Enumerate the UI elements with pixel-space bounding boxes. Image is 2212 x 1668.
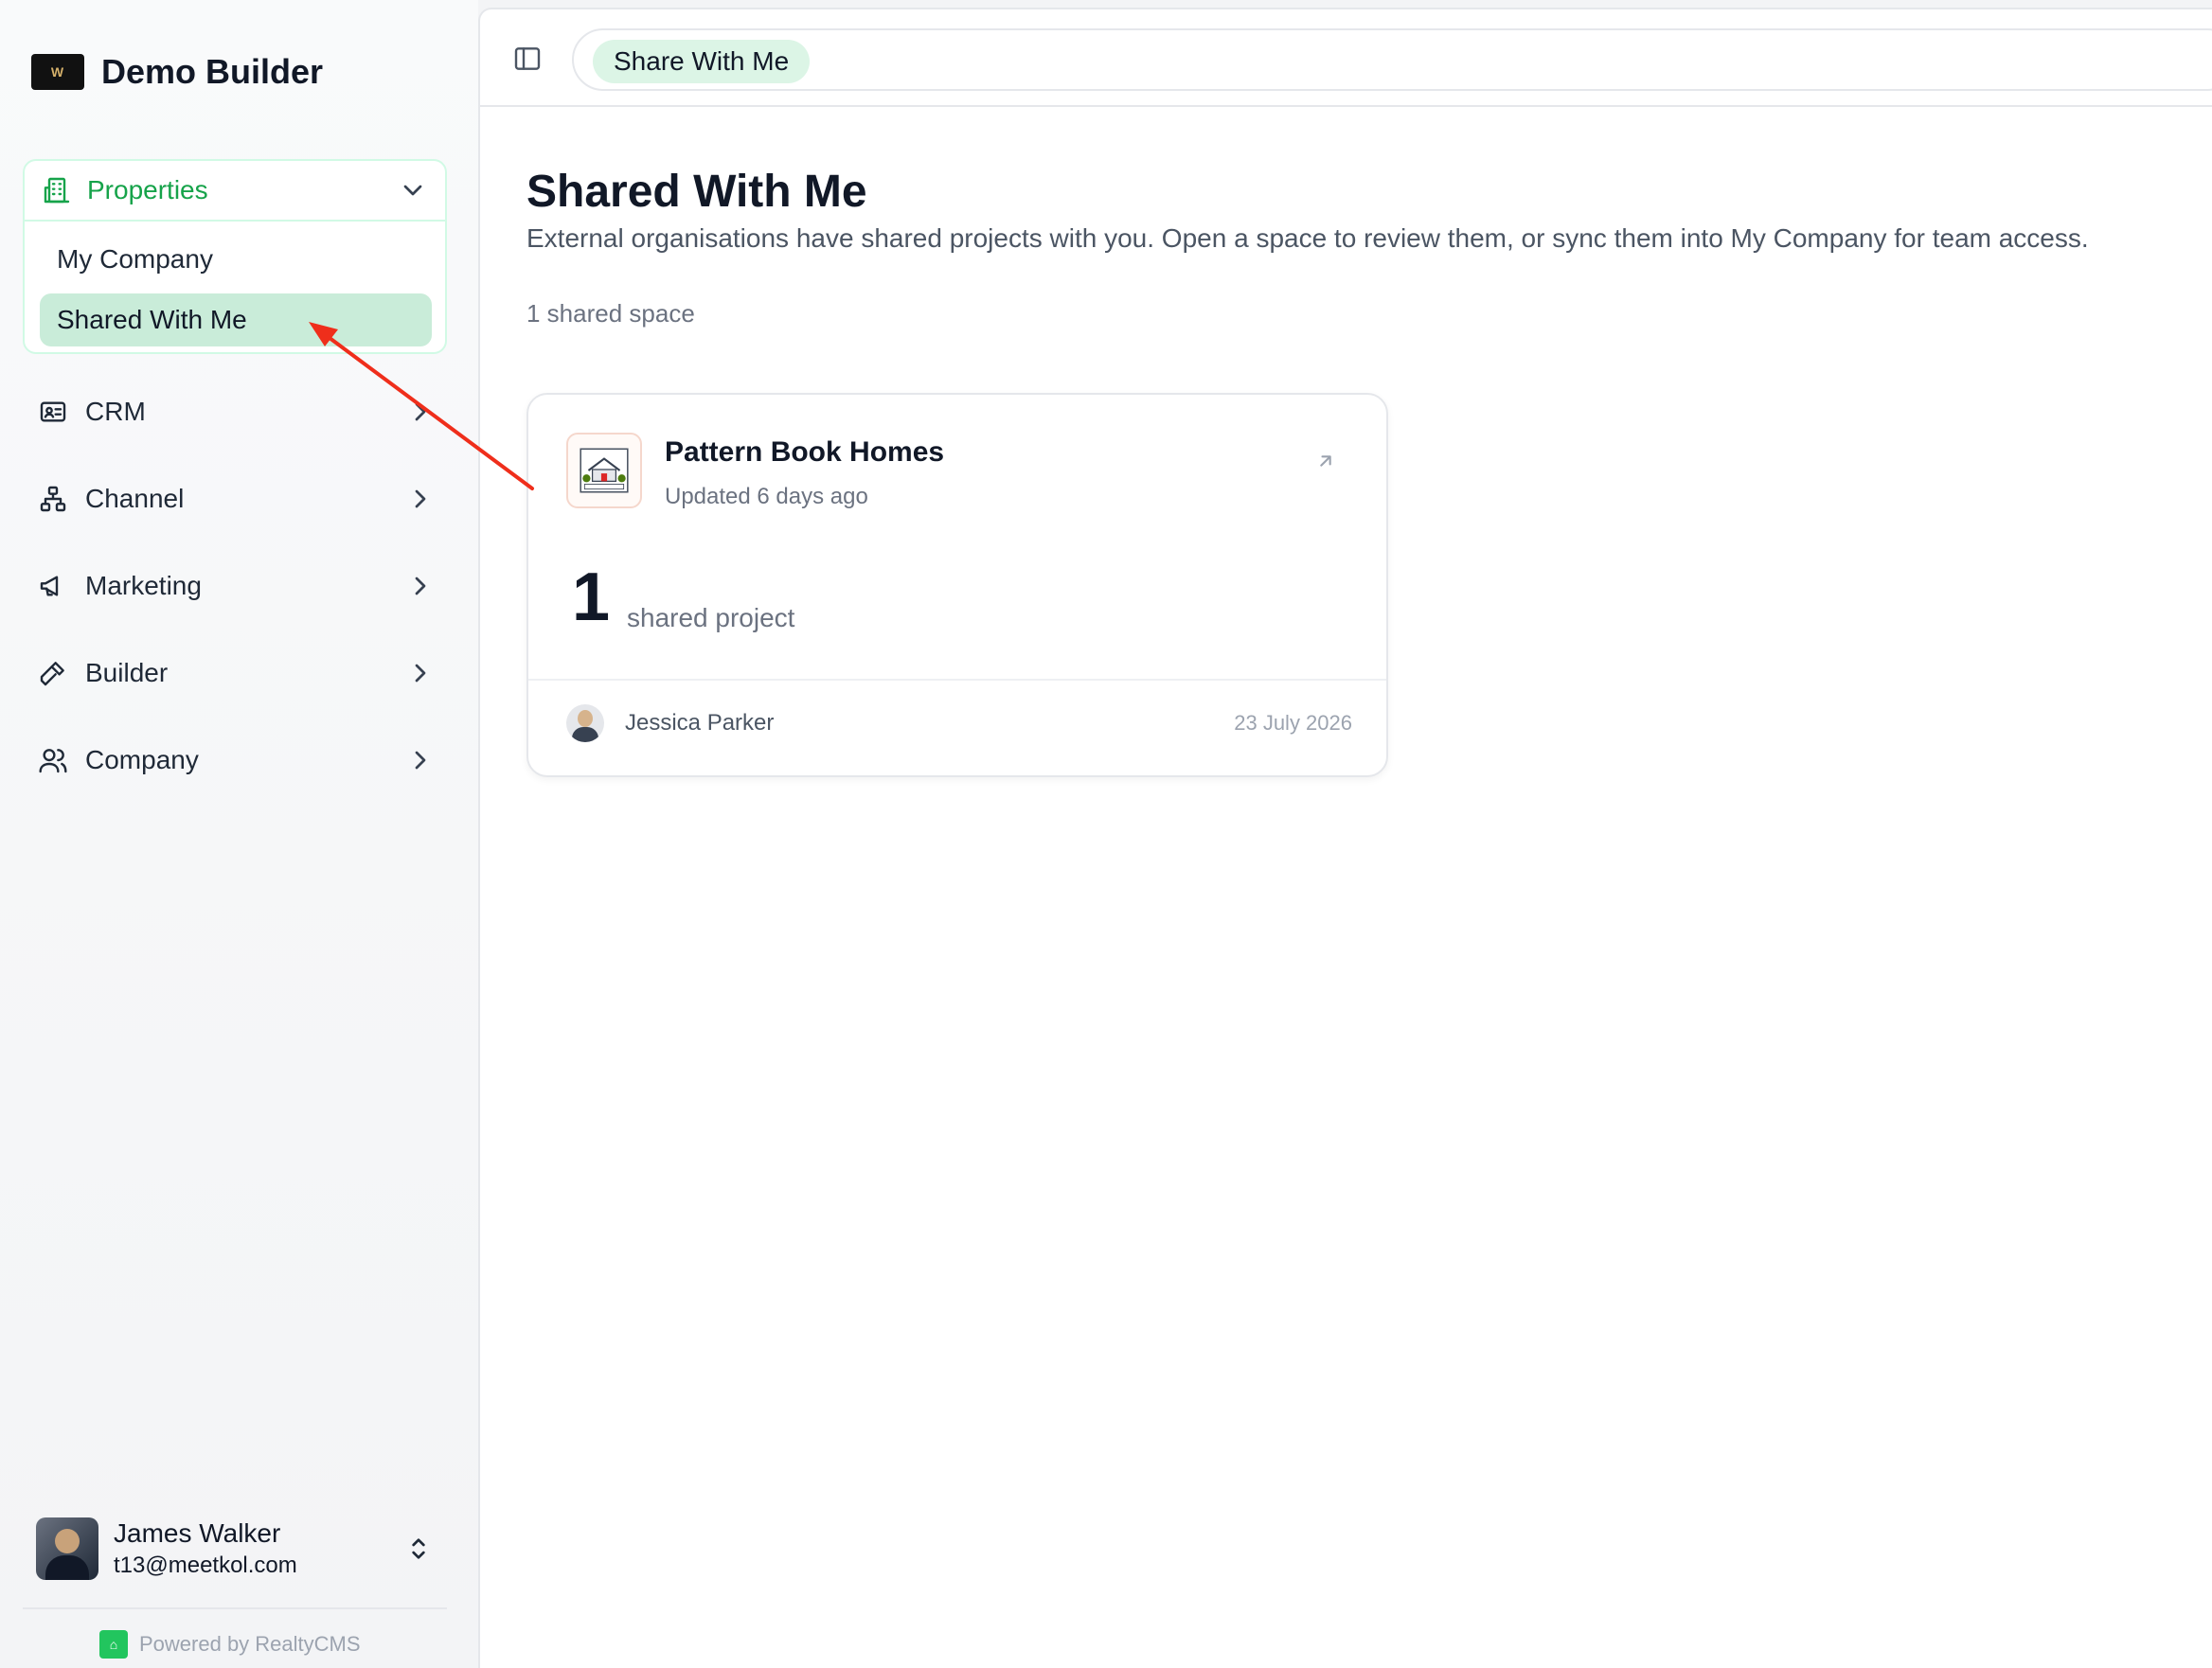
user-info: James Walker t13@meetkol.com	[114, 1518, 403, 1579]
chevron-right-icon	[405, 745, 436, 775]
users-icon	[38, 745, 68, 775]
shared-project-label: shared project	[627, 603, 795, 632]
nav-sub-shared-with-me[interactable]: Shared With Me	[40, 293, 432, 346]
chevron-right-icon	[405, 397, 436, 427]
properties-group-label: Properties	[87, 175, 208, 204]
sidebar-item-label: CRM	[85, 397, 146, 426]
sidebar-toggle-button[interactable]	[512, 44, 543, 74]
nav-sub-my-company[interactable]: My Company	[40, 233, 432, 286]
sidebar-item-company[interactable]: Company	[38, 734, 436, 787]
sidebar-item-builder[interactable]: Builder	[38, 647, 436, 700]
open-space-button[interactable]	[1312, 448, 1339, 474]
megaphone-icon	[38, 571, 68, 601]
shared-space-count: 1 shared space	[526, 299, 695, 328]
page-title: Shared With Me	[526, 167, 867, 217]
hammer-icon	[38, 658, 68, 688]
main-panel: Share With Me Shared With Me External or…	[478, 8, 2212, 1668]
powered-by-label: Powered by RealtyCMS	[139, 1632, 361, 1656]
properties-nav-group: Properties My Company Shared With Me	[23, 159, 447, 354]
chevron-right-icon	[405, 658, 436, 688]
realtycms-logo-icon: ⌂	[99, 1630, 128, 1659]
network-icon	[38, 484, 68, 514]
house-logo-icon	[580, 448, 629, 493]
space-title: Pattern Book Homes	[665, 436, 945, 468]
chevron-right-icon	[405, 484, 436, 514]
divider	[528, 679, 1386, 681]
user-email: t13@meetkol.com	[114, 1553, 297, 1578]
breadcrumb-item[interactable]: Share With Me	[593, 40, 811, 83]
shared-date: 23 July 2026	[1234, 711, 1352, 735]
brand-name: Demo Builder	[101, 52, 324, 91]
brand-logo: W	[31, 54, 84, 90]
powered-by[interactable]: ⌂ Powered by RealtyCMS	[99, 1628, 361, 1660]
sidebar-item-label: Channel	[85, 484, 185, 513]
id-card-icon	[38, 397, 68, 427]
space-updated: Updated 6 days ago	[665, 484, 868, 509]
chevron-down-icon	[398, 175, 428, 205]
brand[interactable]: W Demo Builder	[31, 52, 323, 92]
properties-group-toggle[interactable]: Properties	[25, 161, 445, 222]
card-footer: Jessica Parker 23 July 2026	[566, 703, 1352, 743]
shared-space-card[interactable]: Pattern Book Homes Updated 6 days ago 1 …	[526, 393, 1388, 777]
topbar: Share With Me	[480, 9, 2212, 107]
sidebar-item-label: Company	[85, 745, 199, 774]
avatar	[36, 1517, 98, 1580]
sidebar-item-marketing[interactable]: Marketing	[38, 559, 436, 612]
chevron-right-icon	[405, 571, 436, 601]
building-icon	[42, 175, 72, 205]
shared-by-name: Jessica Parker	[625, 710, 775, 736]
avatar	[566, 704, 604, 742]
breadcrumb: Share With Me	[572, 28, 2212, 91]
space-logo	[566, 433, 642, 508]
sidebar-item-label: Builder	[85, 658, 169, 687]
divider	[23, 1607, 447, 1609]
user-name: James Walker	[114, 1518, 281, 1548]
page-description: External organisations have shared proje…	[526, 223, 2089, 253]
shared-project-count: 1	[572, 559, 611, 635]
sidebar-item-channel[interactable]: Channel	[38, 472, 436, 525]
user-menu[interactable]: James Walker t13@meetkol.com	[36, 1515, 434, 1583]
sidebar: W Demo Builder Properties My Company Sha…	[0, 0, 478, 1668]
sidebar-item-label: Marketing	[85, 571, 202, 600]
arrow-up-right-icon	[1320, 455, 1331, 467]
chevrons-up-down-icon	[403, 1534, 434, 1564]
panel-left-icon	[514, 47, 541, 70]
sidebar-item-crm[interactable]: CRM	[38, 385, 436, 438]
